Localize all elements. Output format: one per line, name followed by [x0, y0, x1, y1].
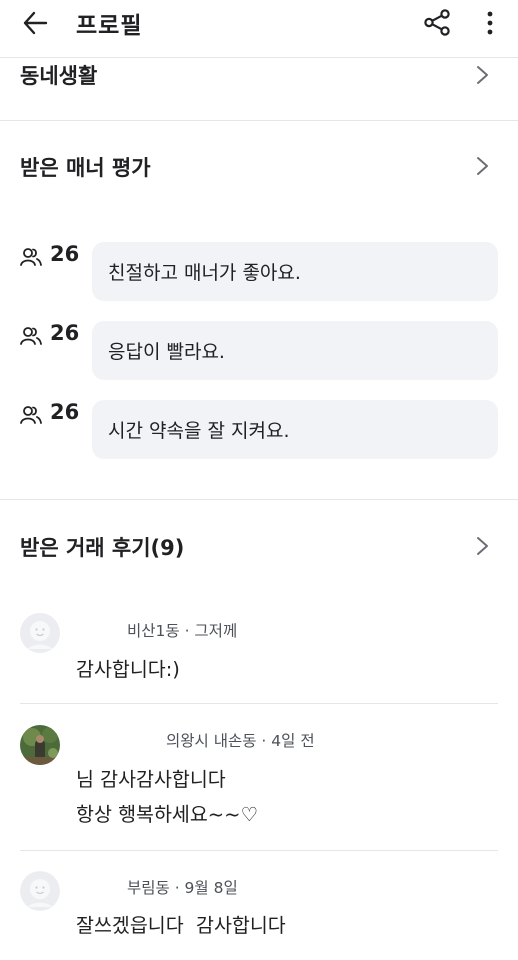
manner-count: 26 — [50, 400, 80, 424]
section-divider — [0, 499, 518, 500]
default-profile-icon — [20, 871, 60, 911]
chevron-right-icon — [477, 66, 488, 84]
chevron-right-icon — [477, 537, 488, 555]
neighborhood-life-row[interactable]: 동네생활 — [0, 58, 518, 120]
more-options-icon[interactable] — [479, 10, 501, 36]
review-item: 부림동 · 9월 8일 잘쓰겠읍니다 감사합니다 — [0, 857, 518, 957]
neighborhood-life-title: 동네생활 — [20, 64, 98, 88]
manner-evaluation-row[interactable]: 받은 매너 평가 — [0, 150, 518, 190]
manner-count: 26 — [50, 242, 80, 266]
default-avatar[interactable] — [20, 871, 60, 911]
back-arrow-icon[interactable] — [22, 10, 48, 36]
review-meta: 비산1동 · 그저께 — [127, 622, 238, 640]
default-avatar[interactable] — [20, 613, 60, 653]
review-divider — [20, 850, 498, 851]
people-icon — [20, 406, 42, 424]
review-line: 님 감사감사합니다 — [76, 768, 226, 791]
profile-photo-icon — [20, 725, 60, 765]
manner-rating-item: 26 시간 약속을 잘 지켜요. — [0, 400, 518, 460]
people-icon — [20, 327, 42, 345]
app-header: 프로필 — [0, 0, 518, 46]
review-item: 비산1동 · 그저께 감사합니다:) — [0, 600, 518, 700]
review-item: 의왕시 내손동 · 4일 전 님 감사감사합니다 항상 행복하세요~~♡ — [0, 710, 518, 850]
manner-bubble: 응답이 빨라요. — [92, 321, 498, 380]
review-line: 항상 행복하세요~~♡ — [76, 803, 258, 826]
manner-text: 응답이 빨라요. — [108, 341, 225, 363]
manner-evaluation-title: 받은 매너 평가 — [20, 156, 151, 180]
manner-bubble: 친절하고 매너가 좋아요. — [92, 242, 498, 301]
review-text: 님 감사감사합니다 항상 행복하세요~~♡ — [76, 762, 258, 832]
review-text: 감사합니다:) — [76, 652, 180, 687]
review-line: 잘쓰겠읍니다 감사합니다 — [76, 914, 286, 937]
default-profile-icon — [20, 613, 60, 653]
review-divider — [20, 703, 498, 704]
trade-reviews-row[interactable]: 받은 거래 후기(9) — [0, 530, 518, 570]
chevron-right-icon — [477, 157, 488, 175]
review-line: 감사합니다:) — [76, 658, 180, 681]
trade-reviews-title: 받은 거래 후기(9) — [20, 536, 185, 560]
manner-count: 26 — [50, 321, 80, 345]
user-avatar[interactable] — [20, 725, 60, 765]
manner-bubble: 시간 약속을 잘 지켜요. — [92, 400, 498, 459]
people-icon — [20, 248, 42, 266]
manner-text: 시간 약속을 잘 지켜요. — [108, 420, 290, 442]
share-icon[interactable] — [424, 9, 451, 36]
section-divider — [0, 120, 518, 121]
page-title: 프로필 — [76, 13, 143, 39]
review-meta: 의왕시 내손동 · 4일 전 — [166, 732, 315, 750]
manner-rating-item: 26 친절하고 매너가 좋아요. — [0, 242, 518, 302]
manner-text: 친절하고 매너가 좋아요. — [108, 262, 301, 284]
manner-rating-item: 26 응답이 빨라요. — [0, 321, 518, 381]
review-text: 잘쓰겠읍니다 감사합니다 — [76, 908, 286, 943]
review-meta: 부림동 · 9월 8일 — [127, 879, 238, 897]
